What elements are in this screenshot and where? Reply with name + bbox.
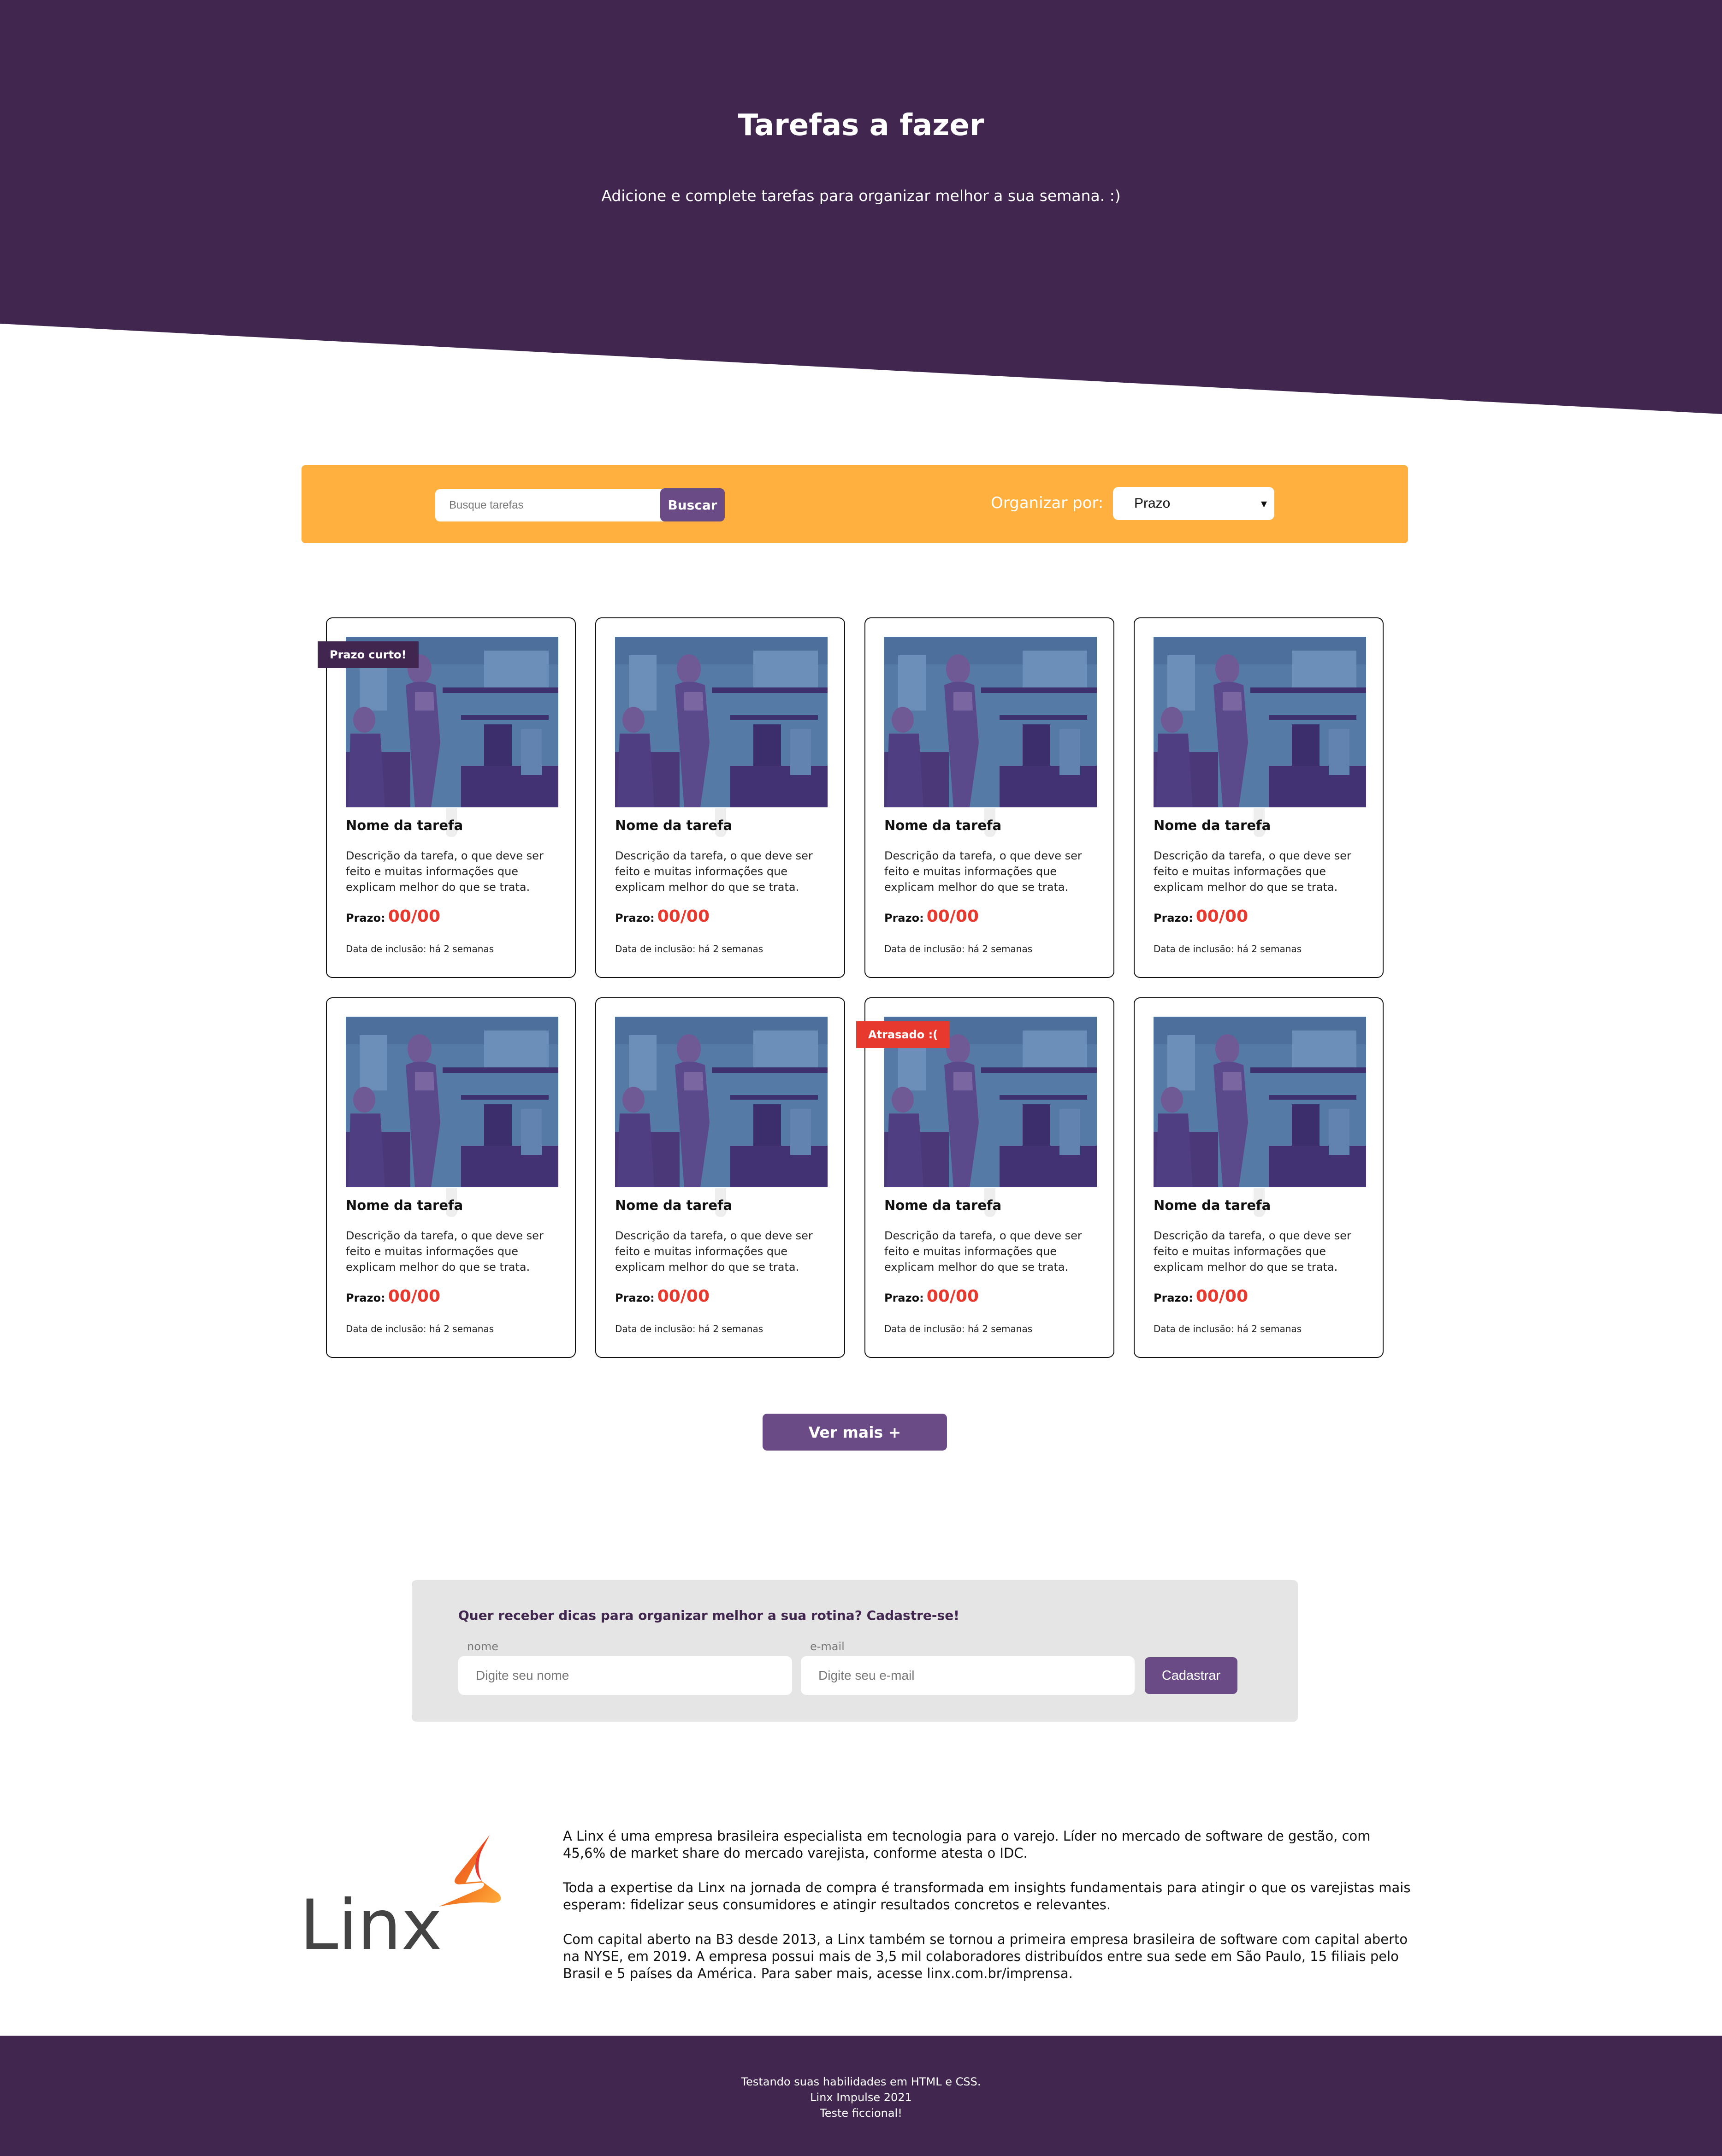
sort-selected-value: Prazo [1134, 496, 1171, 511]
sort-select[interactable]: Prazo ▾ [1113, 487, 1274, 520]
task-date: Data de inclusão: há 2 semanas [1154, 943, 1302, 954]
task-image [615, 1017, 828, 1187]
task-description: Descrição da tarefa, o que deve ser feit… [615, 1229, 813, 1273]
task-due: Prazo: 00/00 [346, 1287, 440, 1306]
about-text: A Linx é uma empresa brasileira especial… [563, 1828, 1411, 2000]
task-image [615, 637, 828, 807]
task-name: Nome da tarefa [1154, 817, 1271, 833]
task-due-value: 00/00 [1195, 1287, 1249, 1306]
task-card[interactable]: Nome da tarefa Descrição da tarefa, o qu… [318, 617, 576, 978]
task-due-value: 00/00 [1195, 907, 1249, 926]
chevron-down-icon: ▾ [1260, 497, 1267, 510]
task-due-label: Prazo: [346, 1291, 385, 1304]
task-due-value: 00/00 [926, 907, 979, 926]
see-more-button[interactable]: Ver mais + [763, 1414, 947, 1451]
search-toolbar: Buscar Organizar por: Prazo ▾ [302, 465, 1408, 543]
sort-label: Organizar por: [991, 494, 1104, 512]
email-field[interactable]: Digite seu e-mail [801, 1656, 1135, 1695]
task-due: Prazo: 00/00 [1154, 907, 1248, 926]
task-card[interactable]: Nome da tarefa Descrição da tarefa, o qu… [595, 617, 845, 978]
task-due-value: 00/00 [388, 907, 441, 926]
task-due-value: 00/00 [388, 1287, 441, 1306]
task-due: Prazo: 00/00 [884, 907, 979, 926]
about-paragraph: Toda a expertise da Linx na jornada de c… [563, 1880, 1411, 1913]
task-due-label: Prazo: [884, 1291, 924, 1304]
task-due: Prazo: 00/00 [615, 1287, 710, 1306]
task-due: Prazo: 00/00 [615, 907, 710, 926]
task-date: Data de inclusão: há 2 semanas [884, 943, 1033, 954]
linx-logo: Linx [300, 1833, 503, 1966]
email-field-label: e-mail [810, 1640, 845, 1653]
task-due-value: 00/00 [926, 1287, 979, 1306]
task-name: Nome da tarefa [884, 817, 1002, 833]
task-image [1154, 637, 1366, 807]
task-name: Nome da tarefa [1154, 1197, 1271, 1213]
task-card[interactable]: Nome da tarefa Descrição da tarefa, o qu… [595, 997, 845, 1358]
task-due-label: Prazo: [615, 912, 655, 924]
search-input[interactable] [435, 489, 666, 521]
task-description: Descrição da tarefa, o que deve ser feit… [884, 1229, 1082, 1273]
footer: Testando suas habilidades em HTML e CSS.… [0, 2036, 1722, 2156]
task-card[interactable]: Nome da tarefa Descrição da tarefa, o qu… [1134, 997, 1384, 1358]
task-due: Prazo: 00/00 [884, 1287, 979, 1306]
short-deadline-badge: Prazo curto! [318, 641, 419, 668]
header-slanted-background [0, 0, 1722, 414]
task-image [346, 1017, 558, 1187]
task-card[interactable]: Nome da tarefa Descrição da tarefa, o qu… [856, 997, 1114, 1358]
task-due-label: Prazo: [884, 912, 924, 924]
task-name: Nome da tarefa [884, 1197, 1002, 1213]
page-subtitle: Adicione e complete tarefas para organiz… [601, 187, 1121, 205]
task-due-label: Prazo: [346, 912, 385, 924]
task-image [884, 637, 1097, 807]
footer-text: Testando suas habilidades em HTML e CSS.… [0, 2074, 1722, 2121]
task-due: Prazo: 00/00 [1154, 1287, 1248, 1306]
task-description: Descrição da tarefa, o que deve ser feit… [615, 849, 813, 894]
task-date: Data de inclusão: há 2 semanas [884, 1323, 1033, 1334]
task-name: Nome da tarefa [346, 1197, 463, 1213]
footer-line: Linx Impulse 2021 [810, 2091, 912, 2104]
task-due-value: 00/00 [657, 1287, 710, 1306]
task-name: Nome da tarefa [615, 1197, 733, 1213]
task-card[interactable]: Nome da tarefa Descrição da tarefa, o qu… [1134, 617, 1384, 978]
header-banner [0, 0, 1722, 415]
task-due: Prazo: 00/00 [346, 907, 440, 926]
linx-logo-text: Linx [300, 1885, 442, 1957]
overdue-badge: Atrasado :( [856, 1021, 950, 1048]
task-description: Descrição da tarefa, o que deve ser feit… [884, 849, 1082, 894]
task-card[interactable]: Nome da tarefa Descrição da tarefa, o qu… [864, 617, 1114, 978]
footer-line: Testando suas habilidades em HTML e CSS. [741, 2075, 981, 2088]
task-due-label: Prazo: [1154, 912, 1193, 924]
task-image [1154, 1017, 1366, 1187]
task-description: Descrição da tarefa, o que deve ser feit… [346, 849, 544, 894]
about-paragraph: A Linx é uma empresa brasileira especial… [563, 1828, 1371, 1861]
footer-line: Teste ficcional! [820, 2107, 902, 2120]
page-title: Tarefas a fazer [738, 108, 984, 142]
task-name: Nome da tarefa [615, 817, 733, 833]
task-date: Data de inclusão: há 2 semanas [346, 1323, 494, 1334]
task-description: Descrição da tarefa, o que deve ser feit… [346, 1229, 544, 1273]
task-due-value: 00/00 [657, 907, 710, 926]
subscribe-button[interactable]: Cadastrar [1145, 1657, 1237, 1694]
name-field[interactable]: Digite seu nome [458, 1656, 792, 1695]
task-description: Descrição da tarefa, o que deve ser feit… [1154, 849, 1351, 894]
task-due-label: Prazo: [615, 1291, 655, 1304]
task-name: Nome da tarefa [346, 817, 463, 833]
task-due-label: Prazo: [1154, 1291, 1193, 1304]
search-button[interactable]: Buscar [660, 488, 725, 521]
task-description: Descrição da tarefa, o que deve ser feit… [1154, 1229, 1351, 1273]
task-date: Data de inclusão: há 2 semanas [346, 943, 494, 954]
task-date: Data de inclusão: há 2 semanas [1154, 1323, 1302, 1334]
newsletter-panel: Quer receber dicas para organizar melhor… [412, 1580, 1298, 1722]
task-date: Data de inclusão: há 2 semanas [615, 1323, 763, 1334]
about-paragraph: Com capital aberto na B3 desde 2013, a L… [563, 1931, 1408, 1981]
name-field-label: nome [467, 1640, 499, 1653]
task-card[interactable]: Nome da tarefa Descrição da tarefa, o qu… [326, 997, 576, 1358]
task-date: Data de inclusão: há 2 semanas [615, 943, 763, 954]
newsletter-title: Quer receber dicas para organizar melhor… [458, 1608, 959, 1623]
